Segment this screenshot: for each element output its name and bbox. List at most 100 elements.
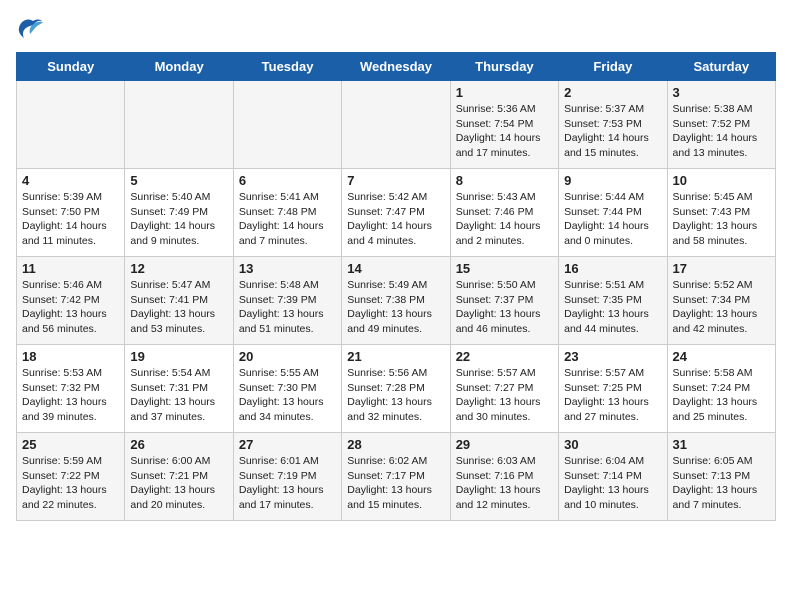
calendar-header-row: SundayMondayTuesdayWednesdayThursdayFrid… xyxy=(17,53,776,81)
day-number: 29 xyxy=(456,437,553,452)
calendar-table: SundayMondayTuesdayWednesdayThursdayFrid… xyxy=(16,52,776,521)
calendar-cell: 16Sunrise: 5:51 AM Sunset: 7:35 PM Dayli… xyxy=(559,257,667,345)
day-info: Sunrise: 5:47 AM Sunset: 7:41 PM Dayligh… xyxy=(130,278,227,337)
calendar-week-3: 11 Sunrise: 5:46 AM Sunset: 7:42 PM Dayli… xyxy=(17,257,776,345)
calendar-cell: 31 Sunrise: 6:05 AM Sunset: 7:13 PM Dayli… xyxy=(667,433,775,521)
calendar-cell xyxy=(233,81,341,169)
day-number: 15 xyxy=(456,261,553,276)
day-info: Sunrise: 5:40 AM Sunset: 7:49 PM Dayligh… xyxy=(130,190,227,249)
calendar-cell: 14 Sunrise: 5:49 AM Sunset: 7:38 PM Dayli… xyxy=(342,257,450,345)
calendar-cell xyxy=(342,81,450,169)
day-number: 22 xyxy=(456,349,553,364)
header-monday: Monday xyxy=(125,53,233,81)
calendar-cell: 5 Sunrise: 5:40 AM Sunset: 7:49 PM Daylig… xyxy=(125,169,233,257)
day-info: Sunrise: 5:57 AM Sunset: 7:25 PM Dayligh… xyxy=(564,366,661,425)
header-tuesday: Tuesday xyxy=(233,53,341,81)
day-number: 25 xyxy=(22,437,119,452)
day-info: Sunrise: 5:56 AM Sunset: 7:28 PM Dayligh… xyxy=(347,366,444,425)
calendar-cell: 1Sunrise: 5:36 AM Sunset: 7:54 PM Daylig… xyxy=(450,81,558,169)
day-info: Sunrise: 5:53 AM Sunset: 7:32 PM Dayligh… xyxy=(22,366,119,425)
calendar-cell: 22Sunrise: 5:57 AM Sunset: 7:27 PM Dayli… xyxy=(450,345,558,433)
calendar-cell: 21Sunrise: 5:56 AM Sunset: 7:28 PM Dayli… xyxy=(342,345,450,433)
calendar-cell xyxy=(17,81,125,169)
day-number: 7 xyxy=(347,173,444,188)
day-info: Sunrise: 5:49 AM Sunset: 7:38 PM Dayligh… xyxy=(347,278,444,337)
header-sunday: Sunday xyxy=(17,53,125,81)
page-header xyxy=(16,16,776,44)
day-number: 1 xyxy=(456,85,553,100)
day-number: 23 xyxy=(564,349,661,364)
calendar-cell: 10Sunrise: 5:45 AM Sunset: 7:43 PM Dayli… xyxy=(667,169,775,257)
day-number: 6 xyxy=(239,173,336,188)
calendar-cell: 7 Sunrise: 5:42 AM Sunset: 7:47 PM Daylig… xyxy=(342,169,450,257)
calendar-week-5: 25 Sunrise: 5:59 AM Sunset: 7:22 PM Dayli… xyxy=(17,433,776,521)
day-info: Sunrise: 5:37 AM Sunset: 7:53 PM Dayligh… xyxy=(564,102,661,161)
day-info: Sunrise: 5:55 AM Sunset: 7:30 PM Dayligh… xyxy=(239,366,336,425)
day-info: Sunrise: 5:50 AM Sunset: 7:37 PM Dayligh… xyxy=(456,278,553,337)
calendar-cell: 15 Sunrise: 5:50 AM Sunset: 7:37 PM Dayli… xyxy=(450,257,558,345)
day-info: Sunrise: 5:48 AM Sunset: 7:39 PM Dayligh… xyxy=(239,278,336,337)
calendar-week-1: 1Sunrise: 5:36 AM Sunset: 7:54 PM Daylig… xyxy=(17,81,776,169)
day-number: 26 xyxy=(130,437,227,452)
day-info: Sunrise: 5:38 AM Sunset: 7:52 PM Dayligh… xyxy=(673,102,770,161)
calendar-cell: 12 Sunrise: 5:47 AM Sunset: 7:41 PM Dayli… xyxy=(125,257,233,345)
header-saturday: Saturday xyxy=(667,53,775,81)
day-info: Sunrise: 5:52 AM Sunset: 7:34 PM Dayligh… xyxy=(673,278,770,337)
day-number: 19 xyxy=(130,349,227,364)
day-number: 31 xyxy=(673,437,770,452)
calendar-cell xyxy=(125,81,233,169)
day-number: 12 xyxy=(130,261,227,276)
calendar-week-4: 18 Sunrise: 5:53 AM Sunset: 7:32 PM Dayli… xyxy=(17,345,776,433)
day-number: 4 xyxy=(22,173,119,188)
day-info: Sunrise: 5:43 AM Sunset: 7:46 PM Dayligh… xyxy=(456,190,553,249)
logo xyxy=(16,16,50,44)
calendar-cell: 24Sunrise: 5:58 AM Sunset: 7:24 PM Dayli… xyxy=(667,345,775,433)
day-number: 20 xyxy=(239,349,336,364)
day-number: 11 xyxy=(22,261,119,276)
day-info: Sunrise: 6:05 AM Sunset: 7:13 PM Dayligh… xyxy=(673,454,770,513)
calendar-cell: 20 Sunrise: 5:55 AM Sunset: 7:30 PM Dayli… xyxy=(233,345,341,433)
day-info: Sunrise: 5:45 AM Sunset: 7:43 PM Dayligh… xyxy=(673,190,770,249)
calendar-cell: 11 Sunrise: 5:46 AM Sunset: 7:42 PM Dayli… xyxy=(17,257,125,345)
header-friday: Friday xyxy=(559,53,667,81)
day-info: Sunrise: 5:44 AM Sunset: 7:44 PM Dayligh… xyxy=(564,190,661,249)
day-number: 30 xyxy=(564,437,661,452)
day-info: Sunrise: 6:04 AM Sunset: 7:14 PM Dayligh… xyxy=(564,454,661,513)
day-number: 9 xyxy=(564,173,661,188)
day-number: 16 xyxy=(564,261,661,276)
calendar-cell: 4Sunrise: 5:39 AM Sunset: 7:50 PM Daylig… xyxy=(17,169,125,257)
day-info: Sunrise: 5:59 AM Sunset: 7:22 PM Dayligh… xyxy=(22,454,119,513)
calendar-week-2: 4Sunrise: 5:39 AM Sunset: 7:50 PM Daylig… xyxy=(17,169,776,257)
day-info: Sunrise: 6:00 AM Sunset: 7:21 PM Dayligh… xyxy=(130,454,227,513)
day-info: Sunrise: 5:41 AM Sunset: 7:48 PM Dayligh… xyxy=(239,190,336,249)
day-info: Sunrise: 6:01 AM Sunset: 7:19 PM Dayligh… xyxy=(239,454,336,513)
day-number: 5 xyxy=(130,173,227,188)
calendar-cell: 13 Sunrise: 5:48 AM Sunset: 7:39 PM Dayli… xyxy=(233,257,341,345)
day-info: Sunrise: 5:42 AM Sunset: 7:47 PM Dayligh… xyxy=(347,190,444,249)
calendar-cell: 30 Sunrise: 6:04 AM Sunset: 7:14 PM Dayli… xyxy=(559,433,667,521)
day-number: 2 xyxy=(564,85,661,100)
day-number: 13 xyxy=(239,261,336,276)
calendar-cell: 6 Sunrise: 5:41 AM Sunset: 7:48 PM Daylig… xyxy=(233,169,341,257)
logo-bird-icon xyxy=(16,16,46,44)
calendar-cell: 9 Sunrise: 5:44 AM Sunset: 7:44 PM Daylig… xyxy=(559,169,667,257)
day-number: 14 xyxy=(347,261,444,276)
day-info: Sunrise: 5:58 AM Sunset: 7:24 PM Dayligh… xyxy=(673,366,770,425)
day-info: Sunrise: 5:46 AM Sunset: 7:42 PM Dayligh… xyxy=(22,278,119,337)
day-number: 27 xyxy=(239,437,336,452)
header-wednesday: Wednesday xyxy=(342,53,450,81)
day-info: Sunrise: 6:03 AM Sunset: 7:16 PM Dayligh… xyxy=(456,454,553,513)
header-thursday: Thursday xyxy=(450,53,558,81)
calendar-cell: 18 Sunrise: 5:53 AM Sunset: 7:32 PM Dayli… xyxy=(17,345,125,433)
day-number: 28 xyxy=(347,437,444,452)
calendar-cell: 29 Sunrise: 6:03 AM Sunset: 7:16 PM Dayli… xyxy=(450,433,558,521)
calendar-cell: 25 Sunrise: 5:59 AM Sunset: 7:22 PM Dayli… xyxy=(17,433,125,521)
calendar-cell: 8 Sunrise: 5:43 AM Sunset: 7:46 PM Daylig… xyxy=(450,169,558,257)
day-number: 18 xyxy=(22,349,119,364)
calendar-cell: 23 Sunrise: 5:57 AM Sunset: 7:25 PM Dayli… xyxy=(559,345,667,433)
calendar-cell: 26 Sunrise: 6:00 AM Sunset: 7:21 PM Dayli… xyxy=(125,433,233,521)
day-info: Sunrise: 6:02 AM Sunset: 7:17 PM Dayligh… xyxy=(347,454,444,513)
calendar-cell: 28 Sunrise: 6:02 AM Sunset: 7:17 PM Dayli… xyxy=(342,433,450,521)
day-number: 8 xyxy=(456,173,553,188)
day-number: 3 xyxy=(673,85,770,100)
